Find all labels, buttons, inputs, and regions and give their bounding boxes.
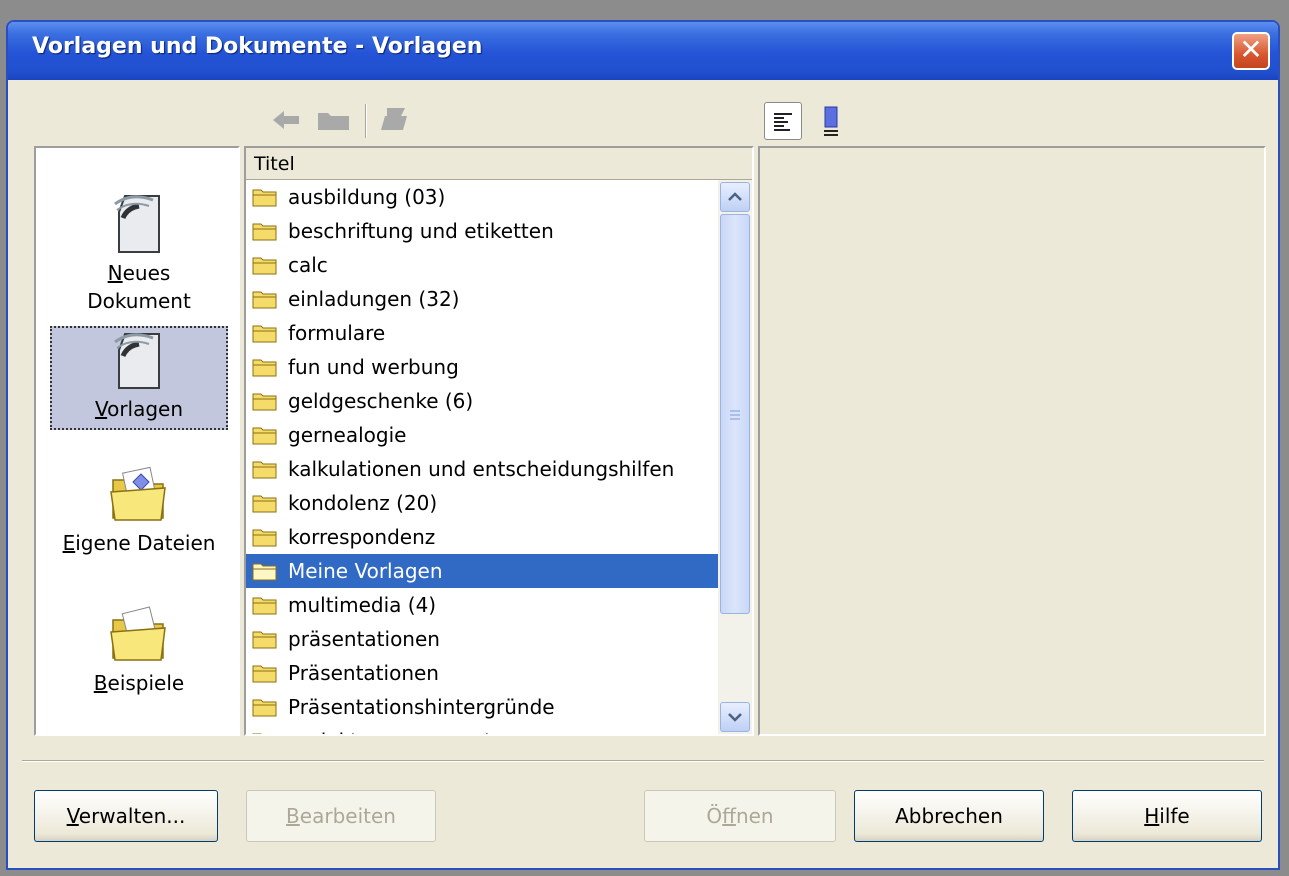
list-item-label: präsentationen: [288, 627, 440, 651]
list-item[interactable]: korrespondenz: [246, 520, 718, 554]
list-item[interactable]: ausbildung (03): [246, 180, 718, 214]
folder-up-icon: [314, 106, 354, 134]
list-item[interactable]: Präsentationshintergründe: [246, 690, 718, 724]
nav-new-document[interactable]: Neues Dokument: [50, 188, 228, 334]
folder-icon: [252, 461, 277, 479]
close-button[interactable]: ✕: [1232, 32, 1270, 70]
folder-icon: [252, 427, 277, 445]
nav-new-document-label: Neues: [107, 261, 171, 285]
list-item[interactable]: Meine Vorlagen: [246, 554, 718, 588]
list-item[interactable]: gernealogie: [246, 418, 718, 452]
list-item[interactable]: einladungen (32): [246, 282, 718, 316]
list-item-label: formulare: [288, 321, 386, 345]
list-item[interactable]: multimedia (4): [246, 588, 718, 622]
list-item-label: kondolenz (20): [288, 491, 438, 515]
list-item-label: Präsentationshintergründe: [288, 695, 555, 719]
list-item[interactable]: beschriftung und etiketten: [246, 214, 718, 248]
nav-new-document-label-line2: Dokument: [87, 289, 191, 313]
folder-icon: [252, 359, 277, 377]
list-item-label: Präsentationen: [288, 661, 439, 685]
toolbar-separator: [365, 104, 367, 138]
list-item-label: gernealogie: [288, 423, 407, 447]
list-item[interactable]: präsentationen: [246, 622, 718, 656]
list-item-label: projektmanagement: [288, 729, 492, 734]
file-list-panel: Titel ausbildung (03) beschriftung und et…: [244, 146, 754, 736]
separator-line: [22, 760, 1264, 762]
title-bar[interactable]: Vorlagen und Dokumente - Vorlagen ✕: [8, 22, 1278, 80]
folder-icon: [252, 291, 277, 309]
scroll-thumb[interactable]: [720, 214, 750, 614]
folder-icon: [252, 393, 277, 411]
folder-icon: [252, 257, 277, 275]
folder-icon: [252, 325, 277, 343]
folder-icon: [252, 665, 277, 683]
new-document-icon: [109, 188, 169, 259]
nav-samples[interactable]: Beispiele: [50, 600, 228, 720]
folder-icon: [252, 733, 262, 734]
vertical-scrollbar[interactable]: [718, 180, 752, 734]
templates-dialog: Vorlagen und Dokumente - Vorlagen ✕ Neue…: [6, 20, 1280, 870]
list-item[interactable]: formulare: [246, 316, 718, 350]
back-arrow-icon: [270, 106, 302, 134]
list-item-label: ausbildung (03): [288, 185, 446, 209]
list-item[interactable]: projektmanagement: [246, 724, 718, 734]
print-icon: [374, 104, 414, 136]
list-item-label: kalkulationen und entscheidungshilfen: [288, 457, 675, 481]
folder-icon: [252, 631, 277, 649]
folder-icon: [252, 563, 277, 581]
folder-icon: [252, 529, 277, 547]
window-title: Vorlagen und Dokumente - Vorlagen: [32, 34, 483, 59]
list-item-label: fun und werbung: [288, 355, 459, 379]
samples-folder-icon: [107, 600, 171, 669]
list-item[interactable]: kondolenz (20): [246, 486, 718, 520]
list-item-label: beschriftung und etiketten: [288, 219, 554, 243]
cancel-button[interactable]: Abbrechen: [854, 790, 1044, 842]
list-item[interactable]: Präsentationen: [246, 656, 718, 690]
document-properties-icon[interactable]: [764, 102, 802, 140]
list-item-label: einladungen (32): [288, 287, 460, 311]
list-item-label: geldgeschenke (6): [288, 389, 474, 413]
nav-templates[interactable]: Vorlagen: [50, 326, 228, 430]
list-item-label: korrespondenz: [288, 525, 436, 549]
edit-button[interactable]: Bearbeiten: [246, 790, 436, 842]
folder-icon: [252, 189, 277, 207]
preview-icon[interactable]: [818, 104, 844, 138]
templates-icon: [109, 326, 169, 395]
list-item-label: calc: [288, 253, 328, 277]
manage-button[interactable]: Verwalten...: [34, 790, 218, 842]
scroll-down-button[interactable]: [720, 702, 750, 732]
folder-icon: [252, 223, 277, 241]
navigation-panel: Neues Dokument Vorlagen Eigene Dateien B…: [34, 146, 240, 736]
help-button[interactable]: Hilfe: [1072, 790, 1262, 842]
folder-icon: [252, 597, 277, 615]
open-button[interactable]: Öffnen: [644, 790, 836, 842]
list-item[interactable]: calc: [246, 248, 718, 282]
list-item[interactable]: kalkulationen und entscheidungshilfen: [246, 452, 718, 486]
nav-my-documents[interactable]: Eigene Dateien: [50, 460, 228, 580]
nav-samples-label: Beispiele: [93, 671, 185, 695]
list-item-label: Meine Vorlagen: [288, 559, 443, 583]
nav-templates-label: Vorlagen: [94, 397, 184, 421]
folder-list: ausbildung (03) beschriftung und etikette…: [246, 180, 718, 734]
column-header-title[interactable]: Titel: [246, 148, 752, 180]
nav-my-documents-label: Eigene Dateien: [62, 531, 216, 555]
scroll-up-button[interactable]: [720, 182, 750, 212]
list-item[interactable]: geldgeschenke (6): [246, 384, 718, 418]
my-documents-folder-icon: [107, 460, 171, 529]
preview-panel: [758, 146, 1266, 736]
list-item-label: multimedia (4): [288, 593, 437, 617]
folder-icon: [252, 699, 277, 717]
folder-icon: [252, 495, 277, 513]
list-item[interactable]: fun und werbung: [246, 350, 718, 384]
